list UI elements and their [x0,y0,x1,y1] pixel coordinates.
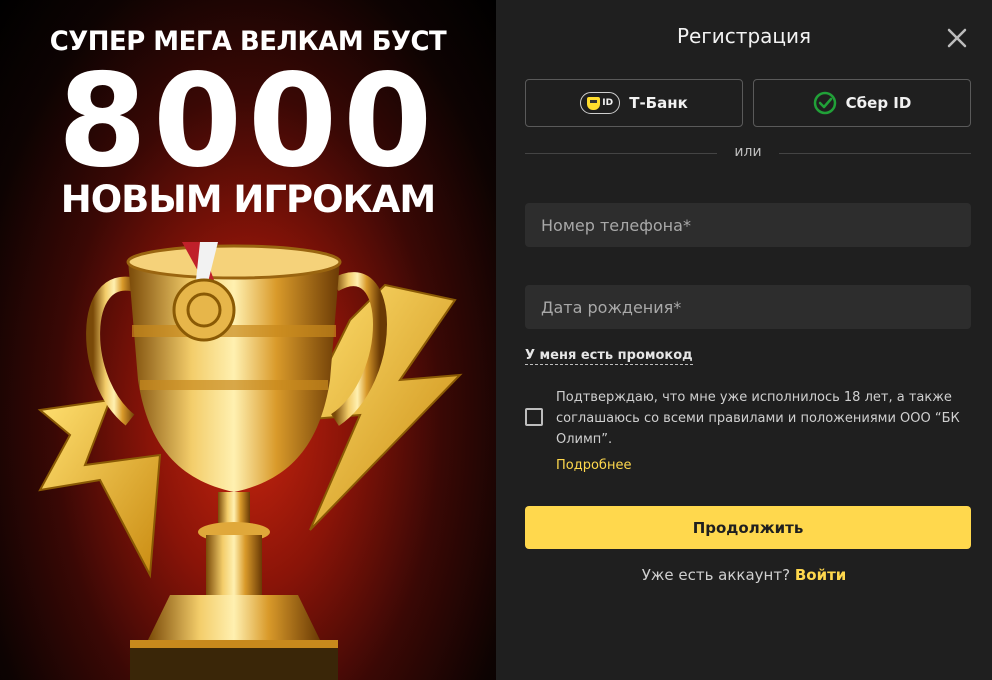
phone-field[interactable] [525,203,971,247]
page-title: Регистрация [676,24,812,48]
continue-button[interactable]: Продолжить [525,506,971,549]
sber-check-icon [813,91,836,115]
close-icon [947,28,967,48]
tbank-login-label: Т-Банк [629,94,688,112]
trophy-handle-left [86,276,137,426]
more-info-link[interactable]: Подробнее [556,458,631,473]
birth-date-field[interactable] [525,285,971,329]
consent-text: Подтверждаю, что мне уже исполнилось 18 … [556,390,960,447]
lightning-bolt-left [37,398,162,579]
registration-panel: Регистрация ID Т-Банк Сбер ID или У меня… [496,0,992,680]
login-prompt: Уже есть аккаунт? Войти [496,566,992,584]
promo-subheadline: НОВЫМ ИГРОКАМ [60,178,436,221]
or-divider-text: или [734,144,762,160]
sber-login-button[interactable]: Сбер ID [753,79,971,127]
login-link[interactable]: Войти [795,566,846,584]
or-divider: или [525,144,971,160]
have-account-text: Уже есть аккаунт? [641,566,791,584]
promo-code-link[interactable]: У меня есть промокод [525,348,693,365]
promo-amount: 8000 [57,47,439,196]
sber-login-label: Сбер ID [845,94,912,112]
trophy-illustration [37,242,463,680]
promo-banner: СУПЕР МЕГА ВЕЛКАМ БУСТ 8000 НОВЫМ ИГРОКА… [0,0,496,680]
tbank-login-button[interactable]: ID Т-Банк [525,79,743,127]
consent-checkbox[interactable] [525,408,543,426]
close-button[interactable] [943,24,971,52]
tbank-id-icon: ID [580,92,621,114]
trophy-medal [172,278,236,342]
